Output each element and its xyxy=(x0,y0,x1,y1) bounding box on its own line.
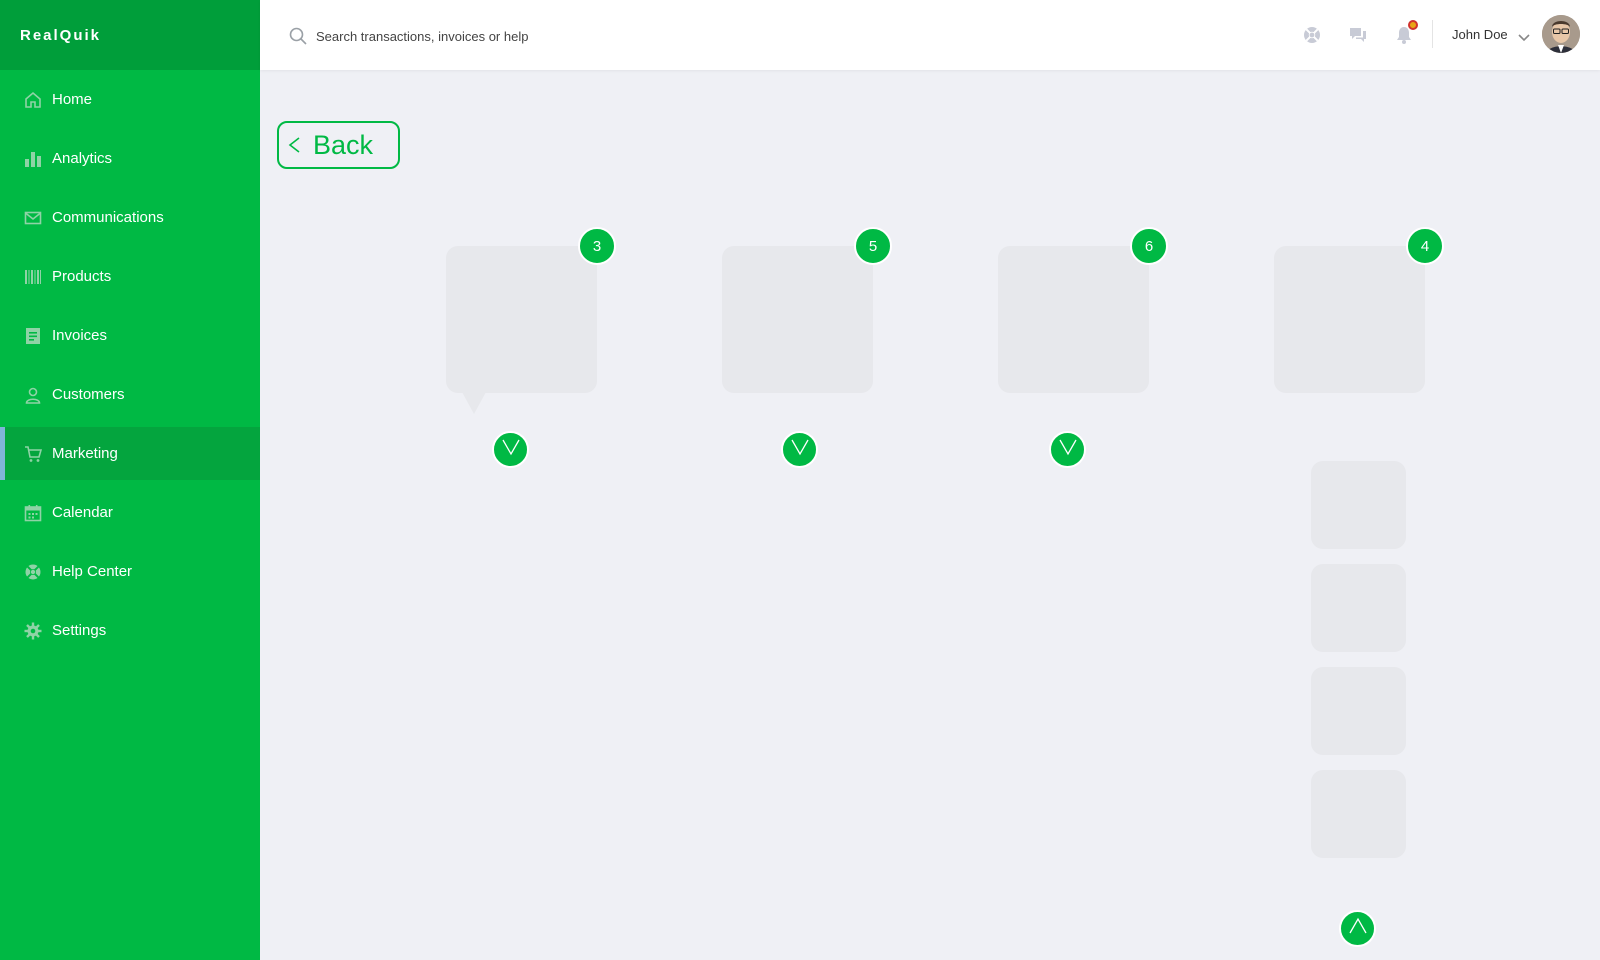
search-input[interactable] xyxy=(316,24,736,48)
notification-dot xyxy=(1408,20,1418,30)
sidebar-item-help-center[interactable]: Help Center xyxy=(0,545,260,598)
barcode-icon xyxy=(24,268,42,286)
sidebar-item-home[interactable]: Home xyxy=(0,73,260,126)
sidebar-item-label: Invoices xyxy=(52,327,108,344)
user-icon xyxy=(24,386,42,404)
sidebar-item-label: Analytics xyxy=(52,150,113,167)
sidebar-item-label: Home xyxy=(52,91,93,108)
expand-button[interactable] xyxy=(781,431,818,468)
expand-button[interactable] xyxy=(492,431,529,468)
sub-item-card[interactable] xyxy=(1311,461,1406,549)
sidebar-item-marketing[interactable]: Marketing xyxy=(0,427,260,480)
count-badge: 6 xyxy=(1130,227,1168,265)
count-badge: 5 xyxy=(854,227,892,265)
sidebar-item-label: Communications xyxy=(52,209,164,226)
sidebar-item-products[interactable]: Products xyxy=(0,250,260,303)
sub-item-card[interactable] xyxy=(1311,564,1406,652)
user-name[interactable]: John Doe xyxy=(1452,27,1508,42)
mail-icon xyxy=(24,209,42,227)
divider xyxy=(1432,20,1433,48)
sidebar-item-communications[interactable]: Communications xyxy=(0,191,260,244)
chat-icon[interactable] xyxy=(1348,25,1368,45)
chevron-up-icon xyxy=(1348,917,1368,940)
sidebar-item-analytics[interactable]: Analytics xyxy=(0,132,260,185)
sidebar-item-calendar[interactable]: Calendar xyxy=(0,486,260,539)
cart-icon xyxy=(24,445,42,463)
calendar-icon xyxy=(24,504,42,522)
top-bar: John Doe xyxy=(260,0,1600,70)
help-icon[interactable] xyxy=(1302,25,1322,45)
sidebar-item-label: Calendar xyxy=(52,504,113,521)
sub-item-card[interactable] xyxy=(1311,770,1406,858)
sidebar-item-invoices[interactable]: Invoices xyxy=(0,309,260,362)
search-icon[interactable] xyxy=(288,26,308,46)
gear-icon xyxy=(24,622,42,640)
chevron-down-icon xyxy=(790,438,810,461)
sidebar-item-settings[interactable]: Settings xyxy=(0,604,260,657)
item-card[interactable] xyxy=(722,246,873,393)
back-label: Back xyxy=(313,129,374,160)
expand-button[interactable] xyxy=(1049,431,1086,468)
sidebar-item-label: Customers xyxy=(52,386,125,403)
sub-item-card[interactable] xyxy=(1311,667,1406,755)
sidebar-item-label: Settings xyxy=(52,622,107,639)
lifebuoy-icon xyxy=(24,563,42,581)
item-card[interactable] xyxy=(446,246,597,393)
count-badge: 4 xyxy=(1406,227,1444,265)
sidebar: RealQuik Home Analytics Communications P… xyxy=(0,0,260,960)
sidebar-item-label: Marketing xyxy=(52,445,118,462)
chevron-left-icon xyxy=(287,135,301,155)
avatar[interactable] xyxy=(1542,15,1580,53)
sidebar-item-label: Help Center xyxy=(52,563,133,580)
card-pointer xyxy=(462,392,486,414)
home-icon xyxy=(24,91,42,109)
back-button[interactable]: Back xyxy=(277,121,400,169)
chevron-down-icon xyxy=(1058,438,1078,461)
sidebar-item-label: Products xyxy=(52,268,112,285)
bar-chart-icon xyxy=(24,150,42,168)
collapse-button[interactable] xyxy=(1339,910,1376,947)
sidebar-item-customers[interactable]: Customers xyxy=(0,368,260,421)
brand-logo[interactable]: RealQuik xyxy=(0,0,260,70)
brand-name: RealQuik xyxy=(20,26,102,44)
count-badge: 3 xyxy=(578,227,616,265)
chevron-down-icon xyxy=(501,438,521,461)
item-card[interactable] xyxy=(1274,246,1425,393)
invoice-icon xyxy=(24,327,42,345)
item-card[interactable] xyxy=(998,246,1149,393)
chevron-down-icon[interactable] xyxy=(1518,30,1530,42)
